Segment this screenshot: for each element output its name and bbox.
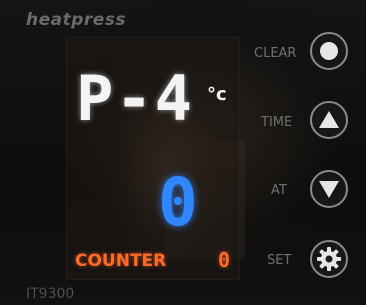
clear-button-label: CLEAR	[254, 46, 297, 61]
main-readout: P-4	[76, 62, 194, 135]
clear-button[interactable]	[310, 32, 348, 70]
triangle-down-icon	[319, 181, 339, 198]
at-button-label: AT	[271, 183, 287, 198]
triangle-up-icon	[319, 111, 339, 128]
time-up-button[interactable]	[310, 101, 348, 139]
time-button-label: TIME	[261, 115, 293, 130]
heatpress-control-panel: heatpress P-4 °c 0 COUNTER 0 CLEAR TIME …	[0, 0, 366, 305]
gear-icon	[317, 247, 341, 271]
set-button-label: SET	[267, 253, 292, 268]
temperature-unit: °c	[207, 84, 227, 105]
set-button[interactable]	[310, 240, 348, 278]
counter-value: 0	[218, 248, 231, 272]
circle-icon	[320, 42, 338, 60]
secondary-readout: 0	[158, 164, 198, 241]
brand-logo: heatpress	[26, 10, 127, 30]
at-down-button[interactable]	[310, 170, 348, 208]
model-number: IT9300	[26, 286, 75, 302]
counter-label: COUNTER	[75, 251, 167, 271]
